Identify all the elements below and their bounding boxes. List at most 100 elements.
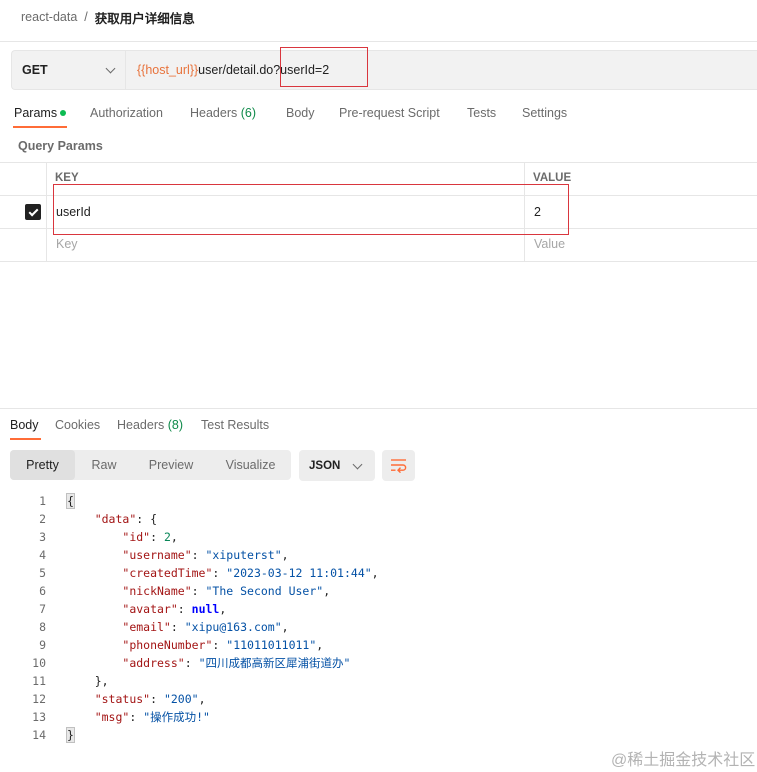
json-string: "四川成都高新区犀浦街道办" — [198, 656, 351, 670]
json-null: null — [191, 602, 220, 616]
json-punctuation: : — [150, 692, 164, 706]
line-number: 8 — [39, 620, 46, 634]
format-select[interactable]: JSON — [299, 450, 375, 481]
wrap-lines-button[interactable] — [382, 450, 415, 481]
json-key: "id" — [122, 530, 151, 544]
json-key: "email" — [122, 620, 171, 634]
json-punctuation — [67, 584, 122, 598]
json-punctuation: : { — [136, 512, 158, 526]
code-text: }, — [67, 672, 109, 690]
json-punctuation: }, — [67, 674, 109, 688]
json-punctuation: , — [281, 620, 289, 634]
code-text: "email": "xipu@163.com", — [67, 618, 289, 636]
code-text: "username": "xiputerst", — [67, 546, 288, 564]
json-punctuation: : — [129, 710, 144, 724]
json-punctuation: : — [170, 620, 185, 634]
tab-settings[interactable]: Settings — [522, 106, 567, 120]
json-punctuation: , — [371, 566, 379, 580]
response-tab-body[interactable]: Body — [10, 418, 39, 432]
tab-tests[interactable]: Tests — [467, 106, 496, 120]
tab-params[interactable]: Params — [14, 106, 67, 120]
view-mode-preview[interactable]: Preview — [139, 450, 203, 480]
json-key: "nickName" — [122, 584, 192, 598]
json-punctuation: , — [198, 692, 206, 706]
response-headers-count: (8) — [167, 418, 184, 432]
chevron-down-icon — [105, 63, 116, 74]
query-params-title: Query Params — [18, 139, 103, 153]
format-label: JSON — [309, 459, 341, 472]
json-punctuation — [67, 656, 122, 670]
line-number: 13 — [32, 710, 46, 724]
line-number: 5 — [39, 566, 46, 580]
url-input[interactable]: {{host_url}} user/detail.do ?userId=2 — [125, 50, 757, 90]
param-enabled-checkbox[interactable] — [25, 204, 41, 220]
json-punctuation — [67, 602, 122, 616]
json-number: 2 — [163, 530, 171, 544]
json-punctuation: : — [150, 530, 164, 544]
col-header-key: KEY — [55, 172, 79, 184]
view-mode-toggle: Pretty Raw Preview Visualize — [10, 450, 291, 480]
url-query-highlight — [280, 47, 368, 87]
json-punctuation — [67, 692, 95, 706]
breadcrumb-collection[interactable]: react-data — [21, 10, 77, 24]
view-mode-raw[interactable]: Raw — [79, 450, 129, 480]
table-col-divider — [46, 162, 47, 262]
line-number: 11 — [32, 674, 46, 688]
json-punctuation — [67, 566, 122, 580]
view-mode-pretty[interactable]: Pretty — [10, 450, 75, 480]
param-row-highlight — [53, 184, 569, 235]
tab-body[interactable]: Body — [286, 106, 315, 120]
code-text: "data": { — [67, 510, 157, 528]
line-number: 2 — [39, 512, 46, 526]
breadcrumb-separator: / — [84, 10, 88, 24]
breadcrumb: react-data / 获取用户详细信息 — [21, 8, 195, 27]
json-punctuation: { — [66, 493, 75, 509]
params-active-dot — [60, 109, 67, 116]
json-punctuation: : — [212, 566, 227, 580]
view-mode-visualize[interactable]: Visualize — [214, 450, 287, 480]
code-text: "id": 2, — [67, 528, 178, 546]
json-key: "username" — [122, 548, 192, 562]
line-number: 4 — [39, 548, 46, 562]
json-punctuation — [67, 530, 122, 544]
table-bottom-border — [0, 261, 757, 262]
line-number: 14 — [32, 728, 46, 742]
code-text: { — [66, 492, 75, 510]
code-text: "phoneNumber": "11011011011", — [67, 636, 323, 654]
json-key: "avatar" — [122, 602, 178, 616]
response-tab-cookies[interactable]: Cookies — [55, 418, 100, 432]
code-text: "nickName": "The Second User", — [67, 582, 330, 600]
json-key: "phoneNumber" — [122, 638, 213, 652]
json-punctuation — [67, 638, 122, 652]
json-punctuation: , — [219, 602, 227, 616]
json-punctuation: , — [170, 530, 178, 544]
code-text: "avatar": null, — [67, 600, 226, 618]
line-number: 10 — [32, 656, 46, 670]
json-punctuation: } — [66, 727, 75, 743]
line-number: 1 — [39, 494, 46, 508]
json-key: "createdTime" — [122, 566, 213, 580]
response-divider — [0, 408, 757, 409]
json-string: "2023-03-12 11:01:44" — [226, 566, 372, 580]
response-tab-test-results[interactable]: Test Results — [201, 418, 269, 432]
line-number: 7 — [39, 602, 46, 616]
line-number: 9 — [39, 638, 46, 652]
new-param-key-input[interactable]: Key — [56, 237, 78, 251]
header-divider — [0, 41, 757, 42]
method-select[interactable]: GET — [11, 50, 125, 90]
url-path: user/detail.do — [198, 63, 274, 77]
tab-pre-request-script[interactable]: Pre-request Script — [339, 106, 440, 120]
request-name[interactable]: 获取用户详细信息 — [95, 8, 195, 27]
response-tab-headers[interactable]: Headers (8) — [117, 418, 183, 432]
wrap-lines-icon — [391, 459, 407, 473]
tab-authorization[interactable]: Authorization — [90, 106, 163, 120]
method-label: GET — [22, 63, 48, 77]
checkmark-icon — [28, 206, 38, 216]
json-punctuation: : — [177, 602, 192, 616]
json-string: "200" — [163, 692, 199, 706]
json-key: "status" — [94, 692, 151, 706]
tab-headers[interactable]: Headers (6) — [190, 106, 256, 120]
new-param-value-input[interactable]: Value — [534, 237, 565, 251]
code-text: "msg": "操作成功!" — [67, 708, 210, 726]
json-string: "The Second User" — [205, 584, 324, 598]
